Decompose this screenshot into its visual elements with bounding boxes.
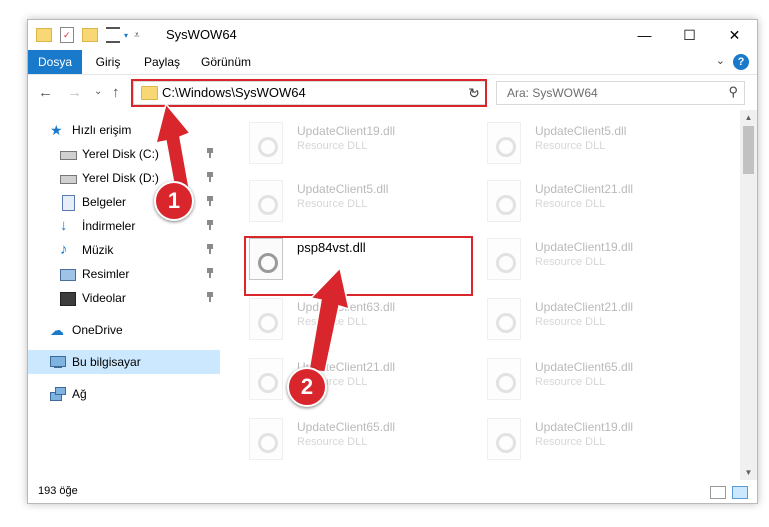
step-2-badge: 2 xyxy=(287,367,327,407)
arrow-2-icon xyxy=(308,266,351,373)
step-1-badge: 1 xyxy=(154,181,194,221)
annotation-arrows xyxy=(154,102,351,373)
